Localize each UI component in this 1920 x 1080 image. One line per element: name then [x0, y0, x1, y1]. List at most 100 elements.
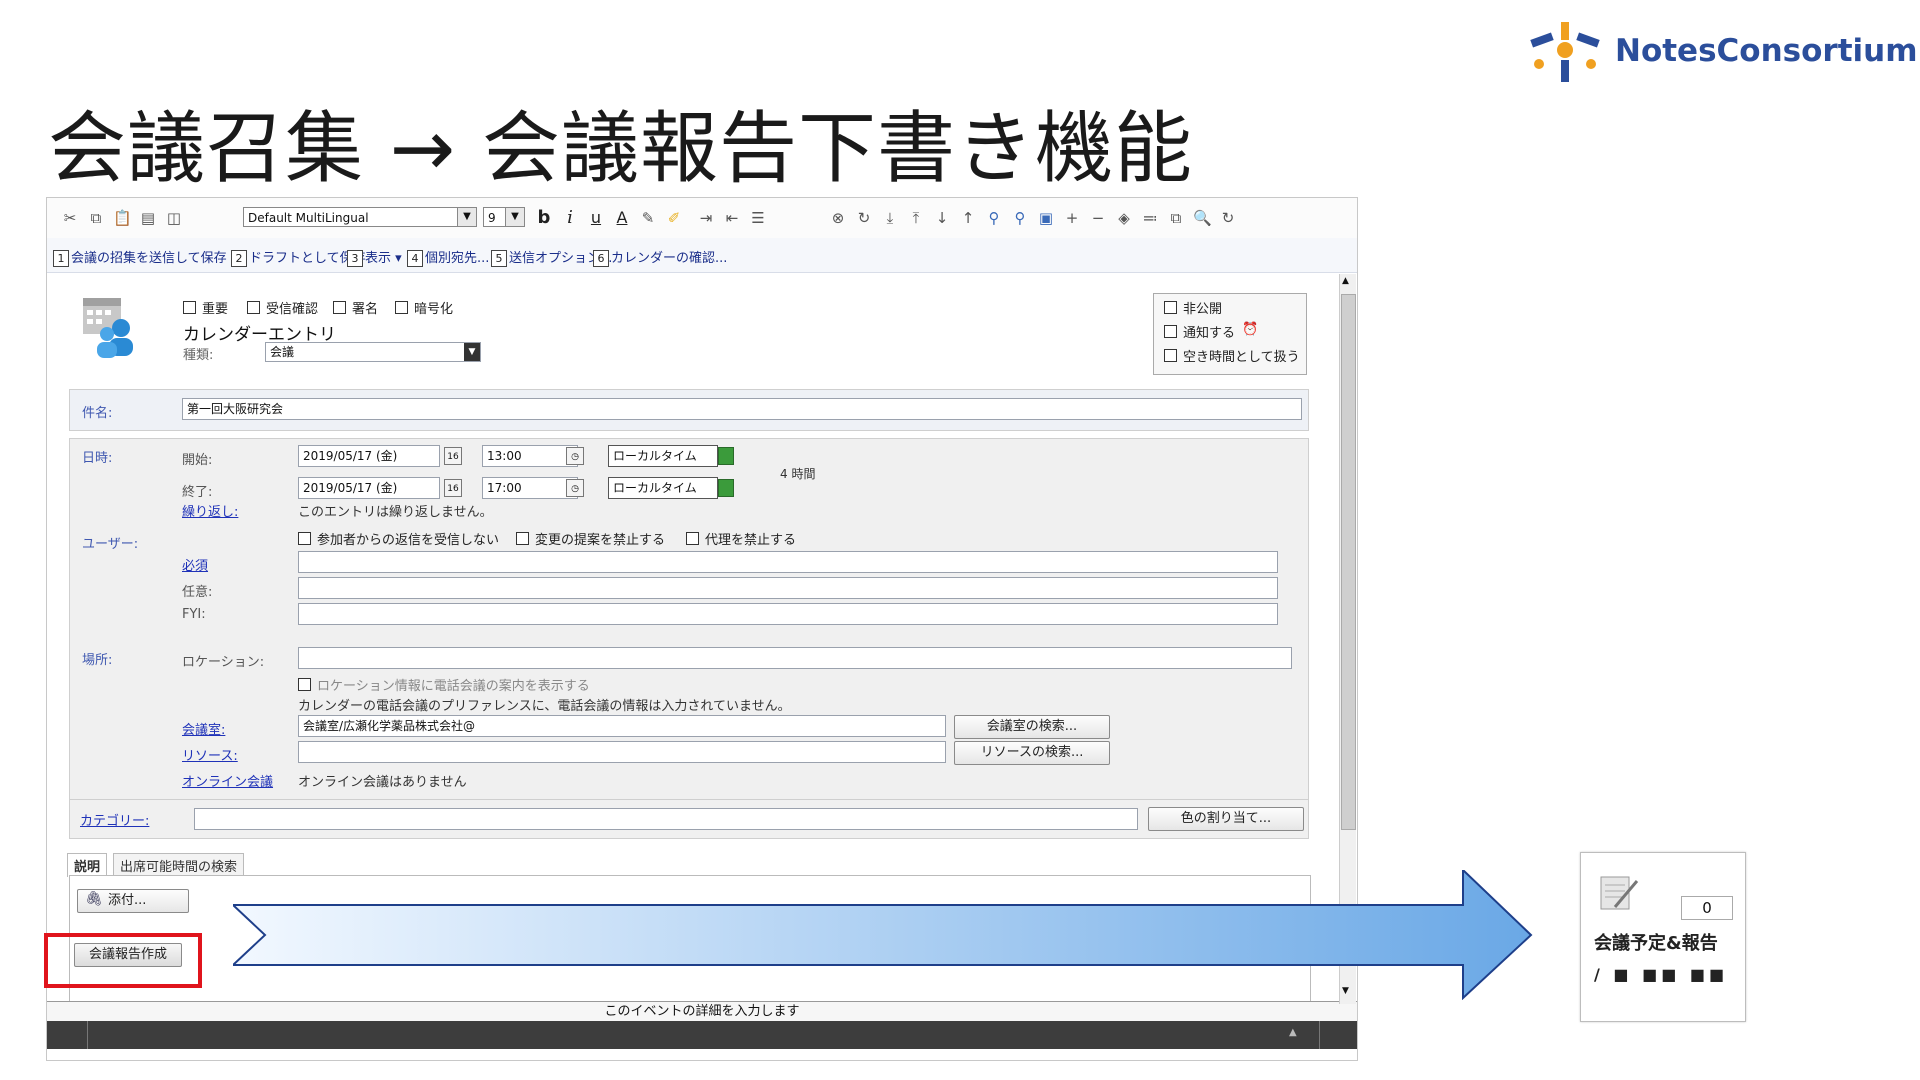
globe-icon[interactable]: [718, 447, 734, 465]
download-icon[interactable]: ⤓: [881, 209, 899, 227]
required-field[interactable]: [298, 551, 1278, 573]
action-label: 会議の招集を送信して保存: [71, 251, 227, 266]
status-hint: このイベントの詳細を入力します: [47, 1001, 1357, 1022]
chevron-down-icon: ▼: [505, 208, 524, 226]
clock-icon[interactable]: ◷: [566, 479, 584, 497]
tag-icon[interactable]: ◈: [1115, 209, 1133, 227]
fyi-label: FYI:: [182, 607, 206, 622]
assign-color-button[interactable]: 色の割り当て...: [1148, 807, 1304, 831]
highlight-icon[interactable]: ✐: [665, 209, 683, 227]
action-individual-recipients[interactable]: 4 個別宛先...: [407, 247, 489, 267]
no-delegate-checkbox[interactable]: 代理を禁止する: [686, 529, 796, 548]
cut-icon[interactable]: ✂: [61, 209, 79, 227]
strike-icon[interactable]: ≕: [1141, 209, 1159, 227]
copy-format-icon[interactable]: ⧉: [1167, 209, 1185, 227]
tab-availability[interactable]: 出席可能時間の検索: [113, 853, 245, 877]
chevron-up-icon[interactable]: ▲: [1289, 1027, 1297, 1038]
calendar-icon[interactable]: 16: [444, 447, 462, 465]
font-color-button[interactable]: A: [613, 209, 631, 227]
copy-icon[interactable]: ⧉: [87, 209, 105, 227]
start-timezone-field[interactable]: ローカルタイム: [608, 445, 718, 467]
indent-icon[interactable]: ⇥: [697, 209, 715, 227]
notepad-pen-icon: [1600, 876, 1639, 910]
repeat-text: このエントリは繰り返しません。: [298, 505, 493, 520]
action-view[interactable]: 3 表示 ▾: [347, 247, 402, 267]
duplicate-icon[interactable]: ◫: [165, 209, 183, 227]
globe-icon[interactable]: [718, 479, 734, 497]
plus-icon[interactable]: +: [1063, 209, 1081, 227]
arrow-down-icon[interactable]: ↓: [933, 209, 951, 227]
sign-checkbox[interactable]: 署名: [333, 298, 378, 317]
room-field[interactable]: 会議室/広瀬化学薬品株式会社@: [298, 715, 946, 737]
room-search-button[interactable]: 会議室の検索...: [954, 715, 1110, 739]
calendar-people-icon: [83, 298, 133, 358]
font-size-select[interactable]: 9 ▼: [483, 207, 525, 227]
paste-icon[interactable]: 📋: [113, 209, 132, 227]
repeat-link[interactable]: 繰り返し:: [182, 501, 238, 520]
window-icon[interactable]: ▣: [1037, 209, 1055, 227]
reload-icon[interactable]: ↻: [1219, 209, 1237, 227]
shortcut-number: 5: [491, 250, 507, 267]
required-link[interactable]: 必須: [182, 555, 208, 574]
end-label: 終了:: [182, 485, 213, 500]
no-proposal-checkbox[interactable]: 変更の提案を禁止する: [516, 529, 665, 548]
tab-description[interactable]: 説明: [67, 853, 108, 877]
highlight-box: [44, 933, 202, 988]
refresh-icon[interactable]: ↻: [855, 209, 873, 227]
scroll-up-icon[interactable]: ▲: [1342, 276, 1349, 286]
stop-icon[interactable]: ⊗: [829, 209, 847, 227]
font-select[interactable]: Default MultiLingual ▼: [243, 207, 477, 227]
minus-icon[interactable]: −: [1089, 209, 1107, 227]
action-send-and-save[interactable]: 1 会議の招集を送信して保存: [53, 247, 227, 267]
subject-label: 件名:: [82, 406, 113, 421]
scrollbar-thumb[interactable]: [1341, 294, 1356, 830]
fyi-field[interactable]: [298, 603, 1278, 625]
arrow-up-icon[interactable]: ↑: [959, 209, 977, 227]
action-check-calendar[interactable]: 6 カレンダーの確認...: [593, 247, 727, 267]
important-checkbox[interactable]: 重要: [183, 298, 228, 317]
outdent-icon[interactable]: ⇤: [723, 209, 741, 227]
room-link[interactable]: 会議室:: [182, 719, 225, 738]
free-time-checkbox[interactable]: 空き時間として扱う: [1164, 346, 1300, 365]
encrypt-checkbox[interactable]: 暗号化: [395, 298, 453, 317]
start-time-field[interactable]: 13:00: [482, 445, 578, 467]
private-checkbox[interactable]: 非公開: [1164, 298, 1222, 317]
resource-search-button[interactable]: リソースの検索...: [954, 741, 1110, 765]
calendar-icon[interactable]: 16: [444, 479, 462, 497]
online-meeting-link[interactable]: オンライン会議: [182, 771, 273, 790]
status-bar: ▲: [47, 1021, 1357, 1049]
end-time-field[interactable]: 17:00: [482, 477, 578, 499]
resource-field[interactable]: [298, 741, 946, 763]
end-date-field[interactable]: 2019/05/17 (金): [298, 477, 440, 499]
category-link[interactable]: カテゴリー:: [80, 810, 149, 829]
bullet-list-icon[interactable]: ☰: [749, 209, 767, 227]
action-save-draft[interactable]: 2 ドラフトとして保存: [231, 247, 366, 267]
type-select[interactable]: 会議 ▼: [265, 342, 481, 362]
alarm-clock-icon: ⏰: [1242, 322, 1259, 337]
clock-icon[interactable]: ◷: [566, 447, 584, 465]
notify-checkbox[interactable]: 通知する: [1164, 322, 1235, 341]
search-next-icon[interactable]: ⚲: [1011, 209, 1029, 227]
zoom-icon[interactable]: 🔍: [1193, 209, 1212, 227]
category-field[interactable]: [194, 808, 1138, 830]
shortcut-number: 4: [407, 250, 423, 267]
italic-button[interactable]: i: [561, 209, 579, 227]
meeting-report-widget[interactable]: 0 会議予定&報告 / ■ ■■ ■■: [1580, 852, 1746, 1022]
phone-info-checkbox[interactable]: ロケーション情報に電話会議の案内を表示する: [298, 675, 590, 694]
location-field[interactable]: [298, 647, 1292, 669]
start-date-field[interactable]: 2019/05/17 (金): [298, 445, 440, 467]
move-top-icon[interactable]: ⤒: [907, 209, 925, 227]
subject-field[interactable]: 第一回大阪研究会: [182, 398, 1302, 420]
no-reply-checkbox[interactable]: 参加者からの返信を受信しない: [298, 529, 499, 548]
pen-icon[interactable]: ✎: [639, 209, 657, 227]
paste-special-icon[interactable]: ▤: [139, 209, 157, 227]
shortcut-number: 6: [593, 250, 609, 267]
search-icon[interactable]: ⚲: [985, 209, 1003, 227]
resource-link[interactable]: リソース:: [182, 745, 238, 764]
subject-section: 件名: 第一回大阪研究会: [69, 389, 1309, 431]
bold-button[interactable]: b: [535, 209, 553, 227]
end-timezone-field[interactable]: ローカルタイム: [608, 477, 718, 499]
underline-button[interactable]: u: [587, 209, 605, 227]
receipt-checkbox[interactable]: 受信確認: [247, 298, 318, 317]
optional-field[interactable]: [298, 577, 1278, 599]
